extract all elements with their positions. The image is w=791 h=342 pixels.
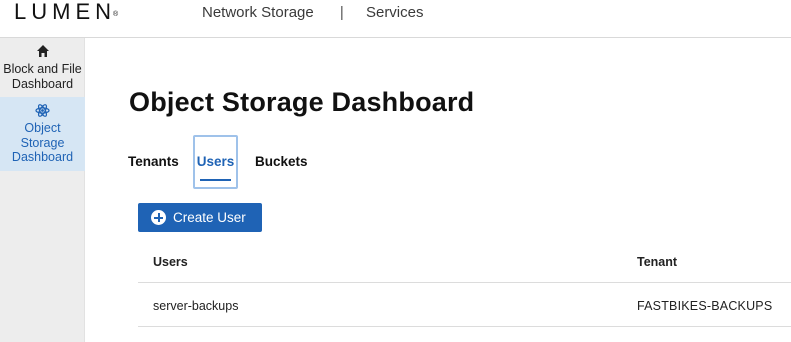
active-tab-indicator [200, 179, 231, 181]
sidebar-item-label: Block and File Dashboard [3, 62, 82, 91]
logo-text: LUMEN [14, 0, 117, 24]
table-header: Users Tenant [138, 241, 791, 283]
sidebar-item-label: Object Storage Dashboard [11, 121, 74, 164]
tab-users[interactable]: Users [193, 135, 238, 189]
cell-tenant: FASTBIKES-BACKUPS [637, 299, 773, 313]
plus-circle-icon [151, 210, 166, 225]
home-icon [2, 44, 83, 61]
logo-trademark: ® [113, 11, 119, 18]
top-bar: LUMEN® Network Storage | Services [0, 0, 791, 38]
sidebar: Block and File Dashboard Object Storage … [0, 38, 85, 342]
sidebar-item-object-storage-dashboard[interactable]: Object Storage Dashboard [0, 97, 85, 171]
table-row[interactable]: server-backups FASTBIKES-BACKUPS [138, 283, 791, 327]
lumen-logo[interactable]: LUMEN® [14, 0, 118, 24]
column-header-tenant[interactable]: Tenant [637, 255, 677, 269]
create-user-button[interactable]: Create User [138, 203, 262, 232]
column-header-users[interactable]: Users [153, 255, 188, 269]
tab-users-label: Users [196, 154, 235, 169]
main-content: Object Storage Dashboard Tenants Users B… [86, 39, 791, 342]
tab-buckets[interactable]: Buckets [255, 135, 308, 189]
sidebar-item-block-file-dashboard[interactable]: Block and File Dashboard [0, 38, 85, 97]
nav-network-storage[interactable]: Network Storage [202, 4, 314, 21]
atom-icon [2, 103, 83, 120]
top-nav: Network Storage | Services [202, 4, 424, 21]
cell-user: server-backups [153, 299, 239, 313]
users-table: Users Tenant server-backups FASTBIKES-BA… [138, 241, 791, 327]
tab-tenants[interactable]: Tenants [128, 135, 179, 189]
nav-services[interactable]: Services [366, 4, 424, 21]
nav-separator: | [339, 4, 344, 21]
create-user-button-label: Create User [173, 210, 246, 225]
page-title: Object Storage Dashboard [129, 87, 475, 117]
